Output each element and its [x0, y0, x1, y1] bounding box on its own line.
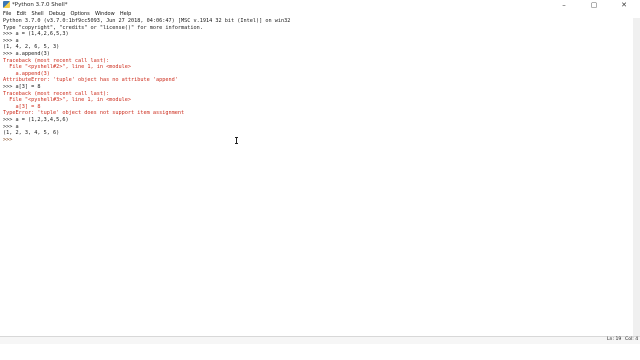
menu-file[interactable]: File: [0, 10, 14, 18]
menu-debug[interactable]: Debug: [46, 10, 68, 18]
python-app-icon: [3, 1, 10, 8]
status-line-number: Ln: 19: [607, 337, 622, 342]
text-cursor-icon: [235, 137, 238, 144]
maximize-button[interactable]: ▢: [579, 0, 609, 10]
shell-line: Python 3.7.0 (v3.7.0:1bf9cc5093, Jun 27 …: [3, 18, 291, 24]
shell-line: >>> a: [3, 37, 19, 44]
error-line: Traceback (most recent call last):: [3, 57, 110, 64]
error-line: AttributeError: 'tuple' object has no at…: [3, 77, 178, 84]
menu-window[interactable]: Window: [92, 10, 117, 18]
shell-line: (1, 2, 3, 4, 5, 6): [3, 130, 60, 137]
error-line: TypeError: 'tuple' object does not suppo…: [3, 110, 185, 117]
title-bar: *Python 3.7.0 Shell* – ▢ ✕: [0, 0, 640, 10]
menu-edit[interactable]: Edit: [14, 10, 29, 18]
error-line: File "<pyshell#3>", line 1, in <module>: [3, 97, 132, 104]
shell-line: >>> a.append(3): [3, 51, 50, 57]
shell-line: >>> a = (1,4,2,6,5,3): [3, 31, 69, 38]
minimize-button[interactable]: –: [549, 0, 579, 10]
close-button[interactable]: ✕: [609, 0, 639, 10]
shell-line: >>> a[3] = 8: [3, 84, 41, 90]
window-bottom-area: [0, 344, 640, 360]
status-column-number: Col: 4: [625, 337, 639, 342]
error-line: a.append(3): [3, 70, 50, 77]
vertical-scrollbar[interactable]: [633, 18, 640, 336]
shell-text-area[interactable]: Python 3.7.0 (v3.7.0:1bf9cc5093, Jun 27 …: [0, 18, 640, 336]
status-bar: [0, 336, 640, 344]
close-icon: ✕: [621, 1, 627, 9]
error-line: File "<pyshell#2>", line 1, in <module>: [3, 64, 132, 71]
shell-line: (1, 4, 2, 6, 5, 3): [3, 44, 60, 51]
minimize-icon: –: [562, 1, 566, 9]
menu-help[interactable]: Help: [117, 10, 134, 18]
error-line: a[3] = 8: [3, 103, 41, 110]
menu-options[interactable]: Options: [68, 10, 92, 18]
maximize-icon: ▢: [590, 1, 598, 9]
menu-shell[interactable]: Shell: [29, 10, 46, 18]
shell-line: Type "copyright", "credits" or "license(…: [3, 24, 203, 31]
shell-prompt: >>>: [3, 136, 16, 143]
window-title: *Python 3.7.0 Shell*: [12, 2, 68, 8]
error-line: Traceback (most recent call last):: [3, 90, 110, 97]
menu-bar: File Edit Shell Debug Options Window Hel…: [0, 10, 640, 18]
shell-line: >>> a = (1,2,3,4,5,6): [3, 117, 69, 123]
shell-line: >>> a: [3, 123, 19, 130]
